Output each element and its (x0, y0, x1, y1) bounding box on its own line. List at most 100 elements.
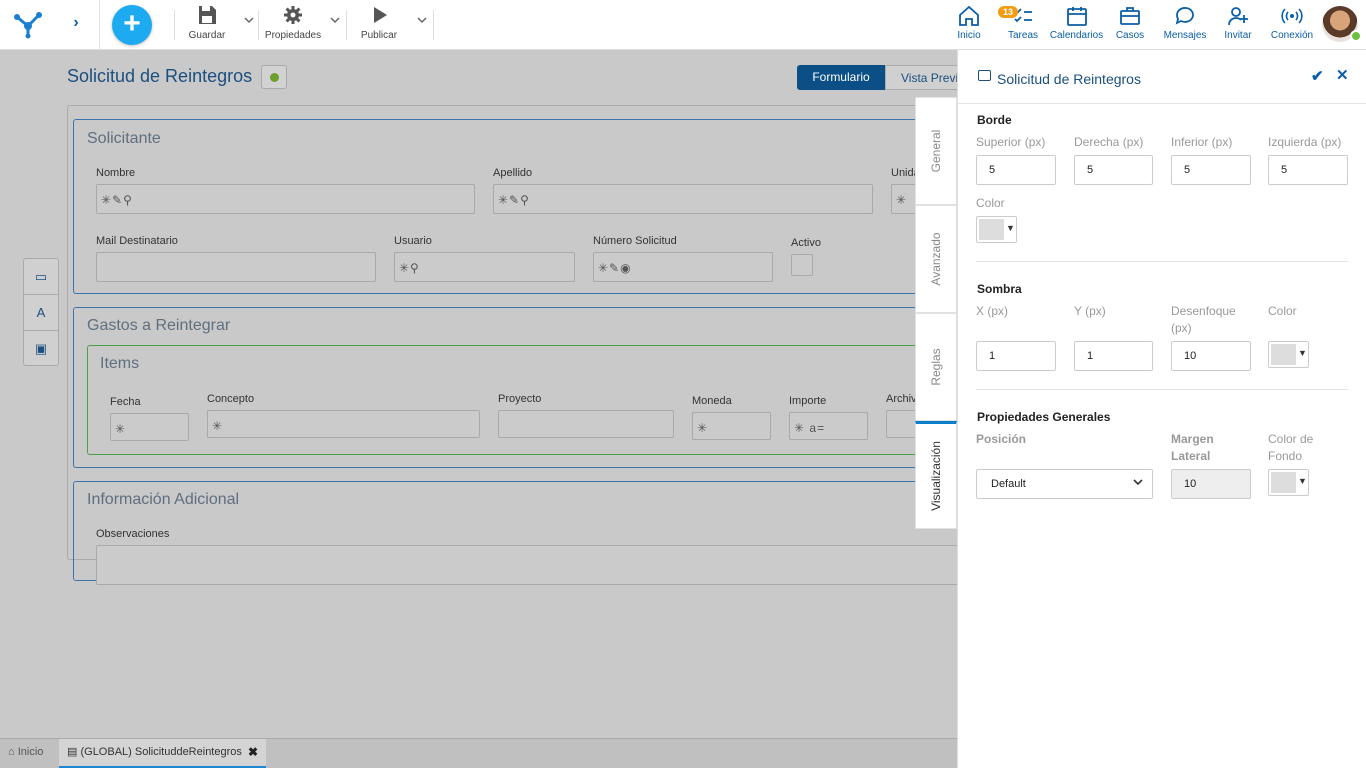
properties-button[interactable]: Propiedades (264, 4, 322, 46)
moneda-column[interactable]: ✳ (692, 412, 771, 440)
publish-button[interactable]: Publicar (358, 4, 400, 46)
briefcase-icon (1120, 7, 1140, 25)
nav-home-label: Inicio (957, 30, 981, 41)
shadow-x-input[interactable]: 1 (976, 341, 1056, 371)
proyecto-column[interactable] (498, 410, 674, 438)
save-label: Guardar (188, 30, 226, 41)
section-solicitante[interactable]: Solicitante Nombre ✳✎⚲ Apellido ✳✎⚲ Unid… (73, 119, 957, 294)
importe-column[interactable]: ✳ a= (789, 412, 868, 440)
background-color-picker[interactable]: ▼ (1268, 469, 1309, 496)
shadow-blur-input[interactable]: 10 (1171, 341, 1251, 371)
numero-solicitud-field[interactable]: ✳✎◉ (593, 252, 773, 282)
grid-column-label: Concepto (207, 393, 255, 405)
nav-messages[interactable]: Mensajes (1162, 4, 1208, 46)
nav-invite-label: Invitar (1224, 30, 1252, 41)
grid-column-label: Moneda (692, 395, 732, 407)
nombre-field[interactable]: ✳✎⚲ (96, 184, 475, 214)
tab-avanzado[interactable]: Avanzado (915, 205, 957, 313)
activo-checkbox[interactable] (791, 254, 813, 276)
designer-side-toolbar: ▭ A ▣ (23, 258, 59, 366)
side-margin-label: Margen Lateral (1171, 432, 1214, 463)
nav-calendars[interactable]: Calendarios (1049, 4, 1104, 46)
usuario-field[interactable]: ✳⚲ (394, 252, 575, 282)
form-status-indicator[interactable] (261, 65, 287, 89)
side-margin-input: 10 (1171, 469, 1251, 499)
cube-icon[interactable]: ▣ (24, 331, 58, 367)
observaciones-field[interactable] (96, 545, 957, 585)
field-marker-icons: ✳ (115, 422, 127, 436)
border-top-input[interactable]: 5 (976, 155, 1056, 185)
items-grid[interactable]: Items Fecha ✳ Concepto ✳ Proyecto Moneda… (87, 345, 957, 455)
fecha-column[interactable]: ✳ (110, 413, 189, 441)
tasks-count-badge: 13 (998, 6, 1019, 18)
tab-visualizacion[interactable]: Visualización (915, 421, 957, 529)
caret-down-icon: ▼ (1298, 348, 1307, 358)
apellido-field[interactable]: ✳✎⚲ (493, 184, 873, 214)
section-gastos[interactable]: Gastos a Reintegrar Items Fecha ✳ Concep… (73, 307, 957, 468)
home-icon (959, 5, 979, 26)
nav-messages-label: Mensajes (1163, 30, 1207, 41)
play-icon (374, 7, 387, 23)
field-marker-icons: ✳✎⚲ (498, 193, 530, 207)
section-title: Gastos a Reintegrar (87, 317, 231, 334)
broadcast-icon (1281, 8, 1303, 24)
border-color-picker[interactable]: ▼ (976, 216, 1017, 243)
nav-cases[interactable]: Casos (1114, 4, 1146, 46)
divider (976, 261, 1348, 262)
bottom-taskbar: ⌂ Inicio ▤ (GLOBAL) SolicituddeReintegro… (0, 738, 957, 768)
nav-invite[interactable]: Invitar (1222, 4, 1254, 46)
tab-formulario[interactable]: Formulario (797, 65, 885, 90)
shadow-y-input[interactable]: 1 (1074, 341, 1153, 371)
form-designer-canvas: Solicitud de Reintegros Formulario Vista… (0, 50, 957, 738)
nav-connection[interactable]: Conexión (1270, 4, 1314, 46)
laptop-icon[interactable]: ▭ (24, 259, 58, 295)
chat-bubble-icon (1175, 7, 1194, 25)
app-logo-icon[interactable] (12, 9, 44, 39)
close-icon[interactable]: ✕ (1336, 66, 1349, 84)
properties-label: Propiedades (264, 30, 322, 41)
tab-reglas[interactable]: Reglas (915, 313, 957, 421)
confirm-check-icon[interactable]: ✔ (1311, 67, 1324, 85)
toolbar-divider (174, 10, 175, 40)
concepto-column[interactable]: ✳ (207, 410, 480, 438)
border-left-input[interactable]: 5 (1268, 155, 1348, 185)
tab-label: General (929, 129, 943, 173)
nav-calendars-label: Calendarios (1049, 30, 1104, 41)
field-marker-icons: ✳⚲ (399, 261, 420, 275)
add-button[interactable]: + (112, 5, 152, 45)
grid-column-label: Fecha (110, 396, 141, 408)
properties-dropdown-chevron-icon[interactable] (329, 14, 341, 26)
tab-vista-previa[interactable]: Vista Previ (885, 65, 957, 90)
close-tab-icon[interactable]: ✖ (248, 739, 258, 766)
caret-down-icon: ▼ (1006, 223, 1015, 233)
calendar-icon (1066, 7, 1087, 26)
caret-down-icon: ▼ (1298, 476, 1307, 486)
top-toolbar: › + Guardar Propiedades Publicar Inicio … (0, 0, 1366, 50)
save-dropdown-chevron-icon[interactable] (243, 14, 255, 26)
shadow-blur-label: Desenfoque (px) (1171, 304, 1236, 335)
border-left-label: Izquierda (px) (1268, 135, 1342, 149)
taskbar-home-label: Inicio (17, 746, 44, 758)
border-bottom-input[interactable]: 5 (1171, 155, 1251, 185)
section-title: Solicitante (87, 130, 161, 147)
save-button[interactable]: Guardar (186, 4, 228, 46)
border-right-input[interactable]: 5 (1074, 155, 1153, 185)
taskbar-open-tab[interactable]: ▤ (GLOBAL) SolicituddeReintegros ✖ (59, 739, 266, 768)
section-informacion-adicional[interactable]: Información Adicional Observaciones (73, 481, 957, 585)
add-user-icon (1228, 7, 1248, 26)
expand-menu-chevron-icon[interactable]: › (66, 12, 86, 34)
taskbar-home[interactable]: ⌂ Inicio (8, 746, 43, 758)
nav-home[interactable]: Inicio (950, 4, 988, 46)
shadow-color-picker[interactable]: ▼ (1268, 341, 1309, 368)
position-select[interactable]: Default (976, 469, 1153, 499)
tab-label: Visualización (929, 441, 943, 511)
panel-header: Solicitud de Reintegros ✔ ✕ (958, 50, 1366, 104)
field-label: Nombre (96, 167, 136, 179)
publish-dropdown-chevron-icon[interactable] (416, 14, 428, 26)
form-container: Solicitante Nombre ✳✎⚲ Apellido ✳✎⚲ Unid… (67, 105, 957, 585)
mail-destinatario-field[interactable] (96, 252, 376, 282)
tab-general[interactable]: General (915, 97, 957, 205)
home-icon: ⌂ (8, 746, 15, 758)
field-label: Número Solicitud (593, 235, 677, 247)
text-style-icon[interactable]: A (24, 295, 58, 331)
